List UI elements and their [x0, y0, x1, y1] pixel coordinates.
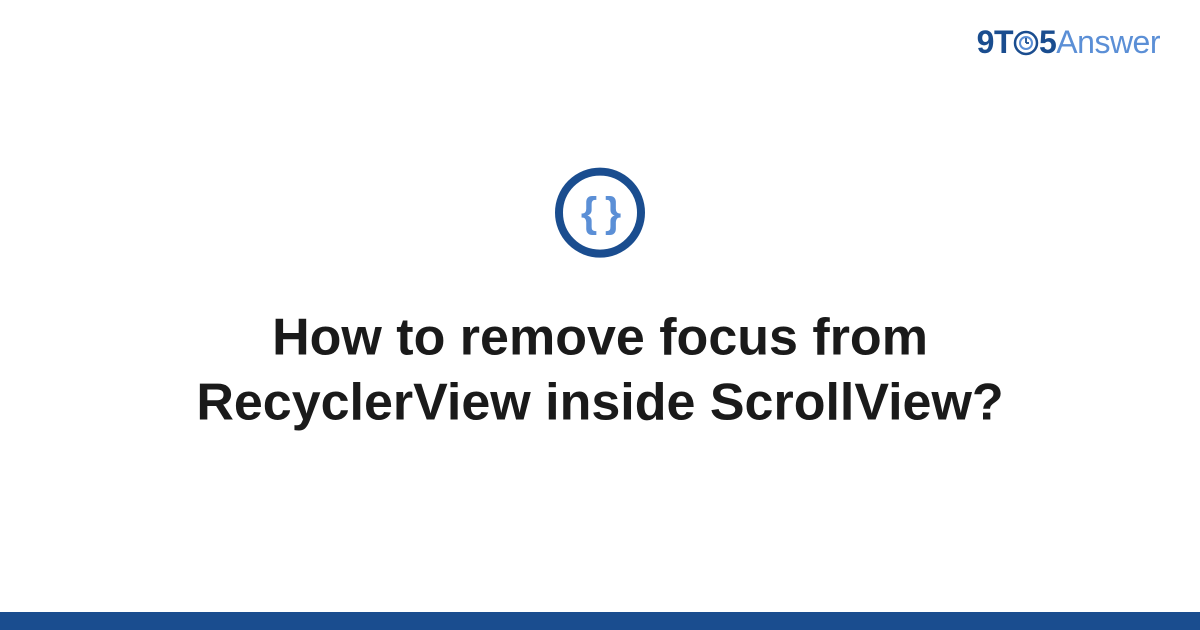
main-content: { } How to remove focus from RecyclerVie… — [0, 168, 1200, 436]
logo-text-9t: 9T — [977, 24, 1013, 60]
logo-text-5: 5 — [1039, 24, 1056, 60]
question-title: How to remove focus from RecyclerView in… — [100, 306, 1100, 436]
logo-text-answer: Answer — [1056, 24, 1160, 60]
code-braces-icon: { } — [581, 189, 619, 237]
site-logo: 9T 5Answer — [977, 24, 1160, 61]
logo-clock-icon — [1013, 30, 1039, 56]
footer-accent-bar — [0, 612, 1200, 630]
category-badge: { } — [555, 168, 645, 258]
